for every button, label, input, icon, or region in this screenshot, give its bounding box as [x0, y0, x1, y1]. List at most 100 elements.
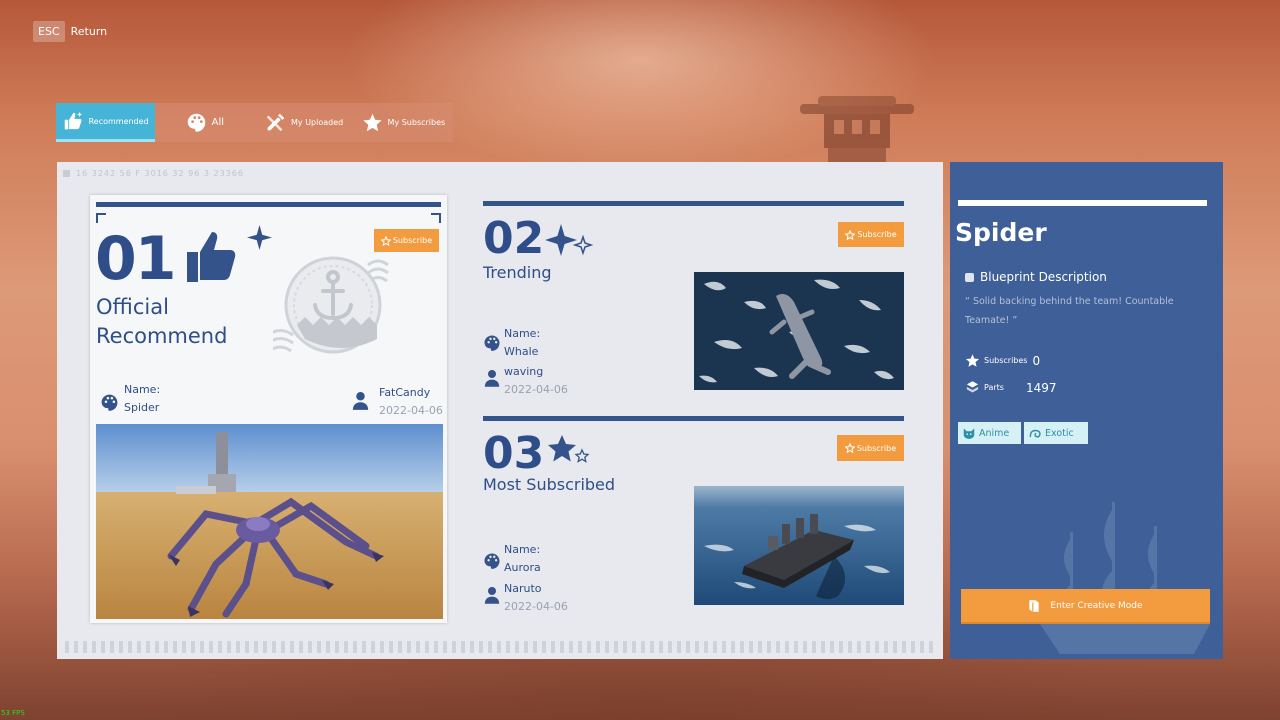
featured-card-official-recommend[interactable]: 01 Official Recommend Subscribe Name: Sp…: [90, 195, 447, 623]
category-tabs: Recommended All My Uploaded My Subscribe…: [56, 103, 453, 142]
rank-number: 01: [95, 224, 176, 294]
parts-icon: [966, 381, 979, 393]
anchor-stamp-icon: [273, 256, 389, 354]
blueprint-preview-image[interactable]: [96, 424, 443, 619]
user-icon: [484, 587, 500, 604]
star-outline-icon: [845, 229, 856, 240]
parts-label: Parts: [984, 383, 1004, 392]
blueprint-detail-panel: Spider Blueprint Description “ Solid bac…: [950, 162, 1223, 659]
thumbs-up-icon: [64, 111, 82, 129]
thumbs-up-icon: [187, 232, 236, 282]
blueprint-name: Spider: [124, 401, 160, 414]
background-tower-silhouette: [800, 96, 914, 168]
name-field: Name: Spider: [124, 381, 160, 417]
subscribe-button[interactable]: Subscribe: [374, 229, 439, 252]
upload-date: 2022-04-06: [379, 404, 443, 417]
blueprint-preview-image[interactable]: [694, 272, 904, 390]
fps-counter: 53 FPS: [1, 709, 25, 717]
tab-recommended[interactable]: Recommended: [56, 103, 156, 142]
cat-icon: [963, 428, 975, 439]
parts-row: Parts 1497: [965, 380, 1057, 395]
star-icon: [548, 435, 590, 463]
palette-icon: [484, 553, 500, 569]
sailing-ship-watermark: [1040, 502, 1210, 654]
blueprint-name: Aurora: [504, 561, 541, 574]
rank-number: 02: [483, 213, 545, 264]
subscribe-label: Subscribe: [857, 230, 897, 239]
author-field: waving 2022-04-06: [504, 363, 568, 399]
star-icon: [965, 354, 980, 367]
subscribes-row: Subscribes 0: [965, 353, 1040, 368]
tab-label: Recommended: [88, 116, 149, 126]
star-outline-icon: [844, 443, 855, 453]
sparkle-icon: [545, 224, 593, 256]
most-subscribed-card[interactable]: 03 Most Subscribed Subscribe Name: Auror…: [483, 416, 904, 613]
tag-label: Exotic: [1045, 427, 1074, 439]
name-label: Name:: [504, 543, 541, 556]
subscribe-label: Subscribe: [392, 236, 433, 245]
tag-exotic[interactable]: Exotic: [1024, 422, 1088, 444]
parts-value: 1497: [1025, 380, 1057, 395]
corner-bracket: [431, 213, 441, 223]
blueprint-preview-image[interactable]: [694, 486, 904, 605]
enter-button-label: Enter Creative Mode: [1050, 600, 1143, 611]
palette-icon: [484, 335, 500, 351]
author-name: FatCandy: [379, 386, 431, 399]
tab-label: My Subscribes: [387, 118, 446, 127]
subscribes-label: Subscribes: [984, 356, 1028, 365]
subscribes-value: 0: [1032, 353, 1041, 368]
tab-all[interactable]: All: [155, 103, 254, 142]
blueprint-list-panel: 16 3242 56 F 3016 32 96 3 23366 01 Offic…: [57, 162, 943, 659]
user-icon: [352, 392, 369, 410]
pencil-ruler-icon: [266, 113, 285, 132]
film-strip-decoration: [65, 641, 935, 653]
return-control[interactable]: ESC Return: [33, 21, 107, 42]
return-label[interactable]: Return: [71, 25, 108, 38]
author-name: Naruto: [504, 582, 542, 595]
warship-preview: [694, 486, 904, 605]
author-field: Naruto 2022-04-06: [504, 580, 568, 616]
sparkle-icon: [247, 225, 272, 250]
card-top-bar: [483, 201, 904, 206]
esc-key-badge[interactable]: ESC: [33, 21, 65, 42]
name-field: Name: Whale: [504, 325, 540, 361]
subscribe-button[interactable]: Subscribe: [838, 222, 904, 247]
tab-label: All: [211, 117, 225, 128]
name-field: Name: Aurora: [504, 541, 541, 577]
whale-preview: [694, 272, 904, 390]
card-title: Most Subscribed: [483, 475, 616, 494]
tag-anime[interactable]: Anime: [958, 422, 1021, 444]
enter-creative-mode-button[interactable]: Enter Creative Mode: [961, 589, 1210, 624]
panel-top-bar: [958, 200, 1207, 206]
author-field: FatCandy 2022-04-06: [379, 384, 443, 420]
palette-icon: [187, 113, 205, 132]
book-icon: [1029, 599, 1040, 612]
palette-icon: [101, 394, 118, 411]
subscribe-label: Subscribe: [856, 443, 897, 453]
card-title: Official Recommend: [96, 295, 228, 348]
blueprint-description: “ Solid backing behind the team! Countab…: [965, 296, 1174, 326]
user-icon: [484, 370, 500, 387]
name-label: Name:: [504, 327, 541, 340]
blueprint-title: Spider: [955, 218, 1047, 247]
star-outline-icon: [380, 235, 391, 246]
blueprint-name: Whale: [504, 345, 539, 358]
subscribe-button[interactable]: Subscribe: [837, 435, 904, 461]
tab-my-subscribes[interactable]: My Subscribes: [354, 103, 453, 142]
rank-number: 03: [483, 428, 545, 479]
description-label: Blueprint Description: [965, 270, 1107, 284]
tag-label: Anime: [979, 427, 1010, 439]
spider-mech-preview: [96, 424, 443, 619]
card-title: Trending: [483, 263, 552, 282]
card-top-bar: [483, 416, 904, 421]
tab-label: My Uploaded: [291, 118, 344, 127]
trending-card[interactable]: 02 Trending Subscribe Name: Whale waving…: [483, 201, 904, 396]
author-name: waving: [504, 365, 544, 378]
panel-stats-text: 16 3242 56 F 3016 32 96 3 23366: [63, 169, 244, 178]
name-label: Name:: [124, 383, 161, 396]
swirl-icon: [1029, 429, 1041, 438]
upload-date: 2022-04-06: [504, 383, 568, 396]
upload-date: 2022-04-06: [504, 600, 568, 613]
star-icon: [362, 113, 382, 132]
tab-my-uploaded[interactable]: My Uploaded: [255, 103, 354, 142]
